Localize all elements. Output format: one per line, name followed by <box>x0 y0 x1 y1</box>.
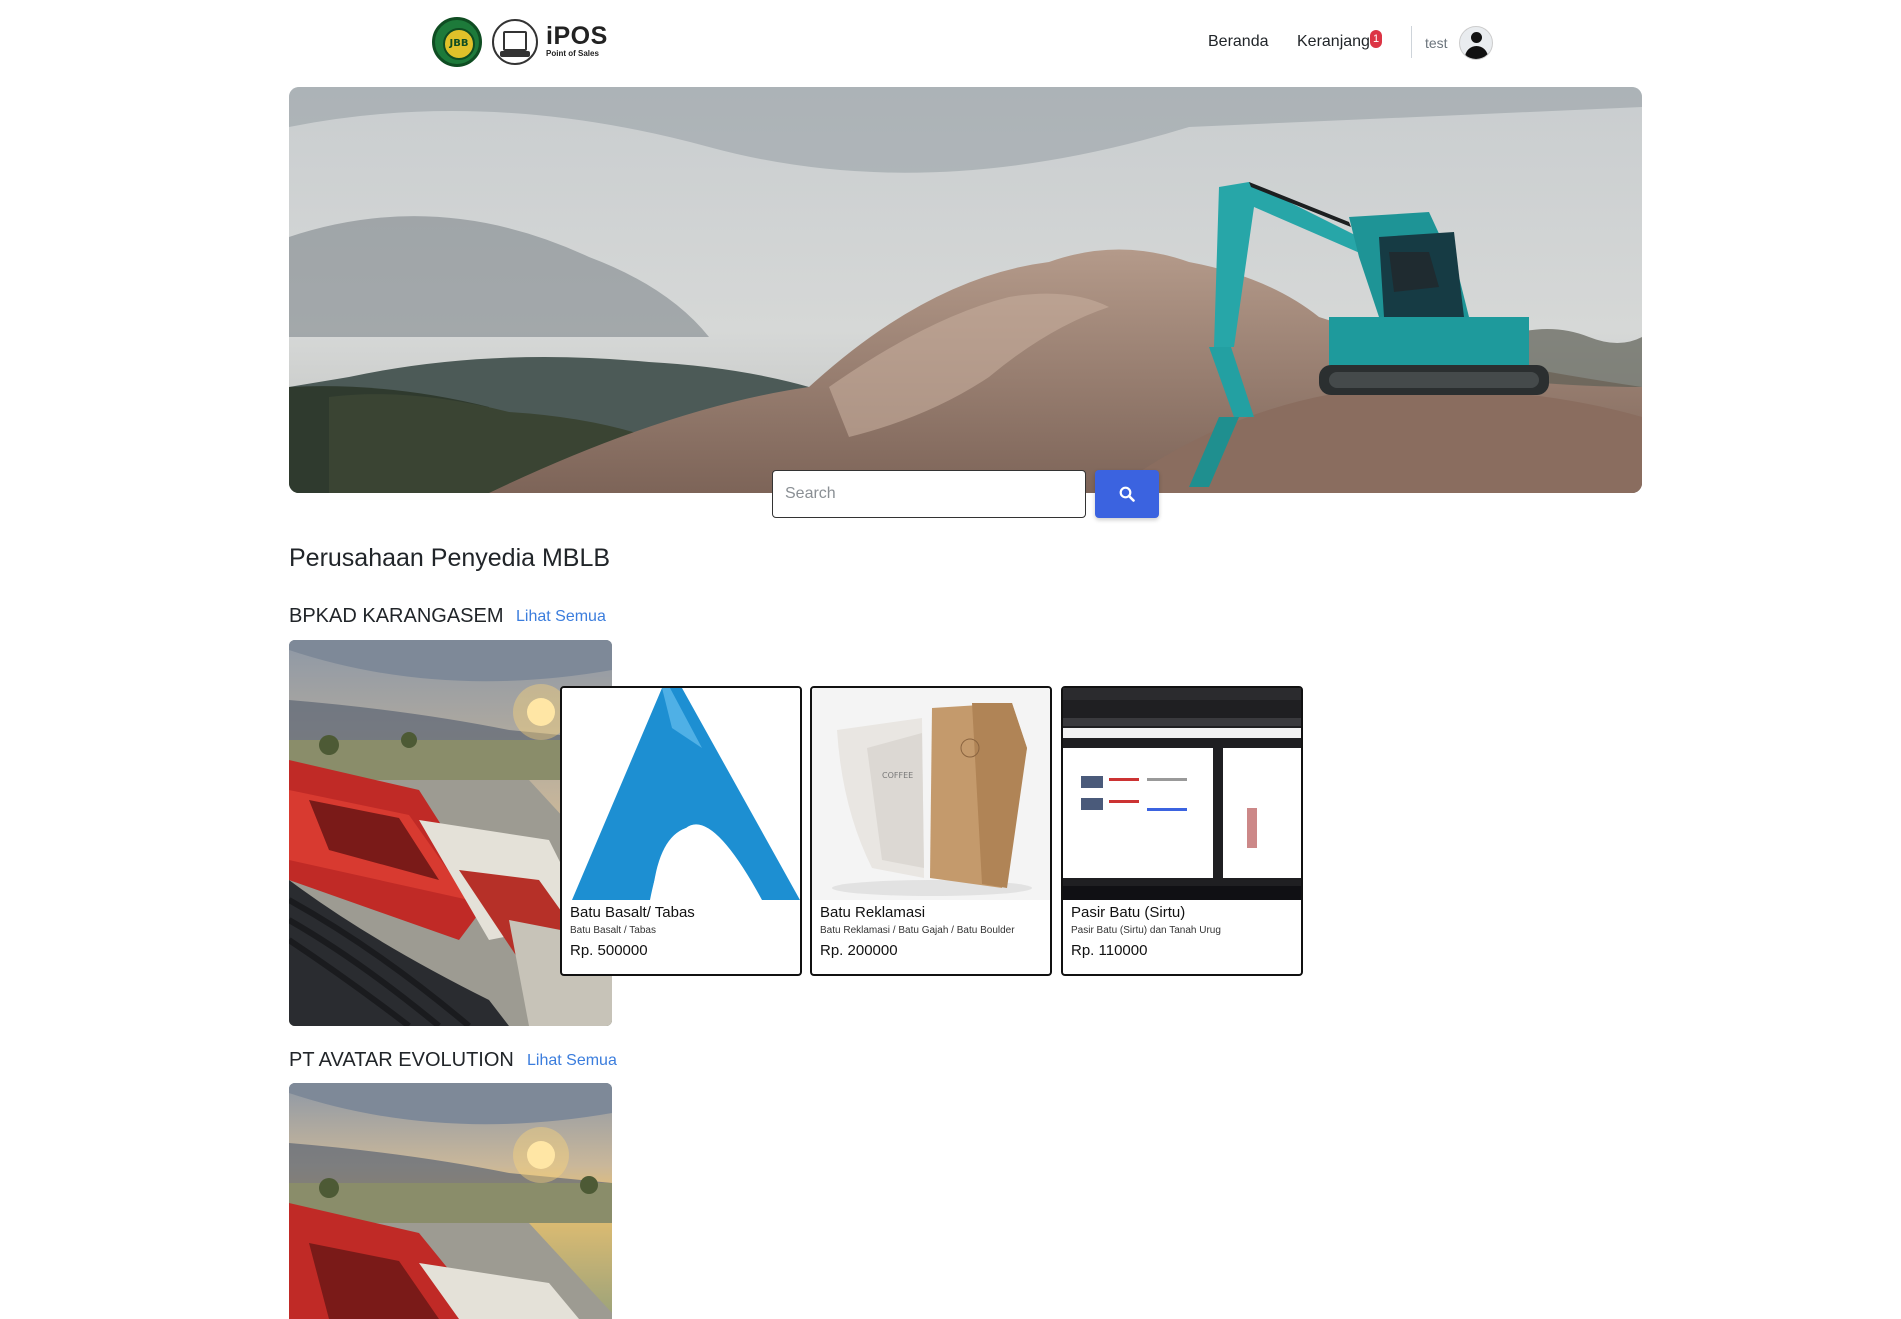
product-name: Batu Reklamasi <box>820 904 926 921</box>
jbb-logo-text: JBB <box>443 28 475 60</box>
nav-beranda[interactable]: Beranda <box>1208 33 1269 51</box>
product-image: COFFEE <box>812 688 1050 900</box>
user-avatar-icon[interactable] <box>1459 26 1493 60</box>
product-price: Rp. 200000 <box>820 942 898 959</box>
company-name: BPKAD KARANGASEM <box>289 605 504 627</box>
see-all-link[interactable]: Lihat Semua <box>527 1052 617 1070</box>
nav-keranjang[interactable]: Keranjang <box>1297 33 1370 51</box>
product-name: Batu Basalt/ Tabas <box>570 904 695 921</box>
hero-banner <box>289 87 1642 493</box>
product-card[interactable]: COFFEE Batu Reklamasi Batu Reklamasi / B… <box>810 686 1052 976</box>
product-price: Rp. 500000 <box>570 942 648 959</box>
pos-register-icon[interactable] <box>492 19 538 65</box>
product-description: Batu Reklamasi / Batu Gajah / Batu Bould… <box>820 925 1015 936</box>
see-all-link[interactable]: Lihat Semua <box>516 608 606 626</box>
nav-divider <box>1411 26 1412 58</box>
search-button[interactable] <box>1095 470 1159 518</box>
product-image <box>1063 688 1301 900</box>
product-description: Batu Basalt / Tabas <box>570 925 656 936</box>
company-image[interactable] <box>289 1083 612 1319</box>
brand-name[interactable]: iPOS <box>546 22 608 51</box>
product-card[interactable]: Batu Basalt/ Tabas Batu Basalt / Tabas R… <box>560 686 802 976</box>
search-icon <box>1119 486 1135 502</box>
product-description: Pasir Batu (Sirtu) dan Tanah Urug <box>1071 925 1221 936</box>
product-image <box>562 688 800 900</box>
cart-count-badge: 1 <box>1370 30 1382 48</box>
product-card[interactable]: Pasir Batu (Sirtu) Pasir Batu (Sirtu) da… <box>1061 686 1303 976</box>
product-name: Pasir Batu (Sirtu) <box>1071 904 1186 921</box>
user-name[interactable]: test <box>1425 35 1448 51</box>
jbb-logo[interactable]: JBB <box>432 17 482 67</box>
search-input[interactable] <box>772 470 1086 518</box>
section-title: Perusahaan Penyedia MBLB <box>289 544 611 572</box>
svg-text:COFFEE: COFFEE <box>882 771 913 780</box>
company-name: PT AVATAR EVOLUTION <box>289 1049 514 1071</box>
product-price: Rp. 110000 <box>1071 942 1148 959</box>
brand-subtitle: Point of Sales <box>546 49 599 58</box>
